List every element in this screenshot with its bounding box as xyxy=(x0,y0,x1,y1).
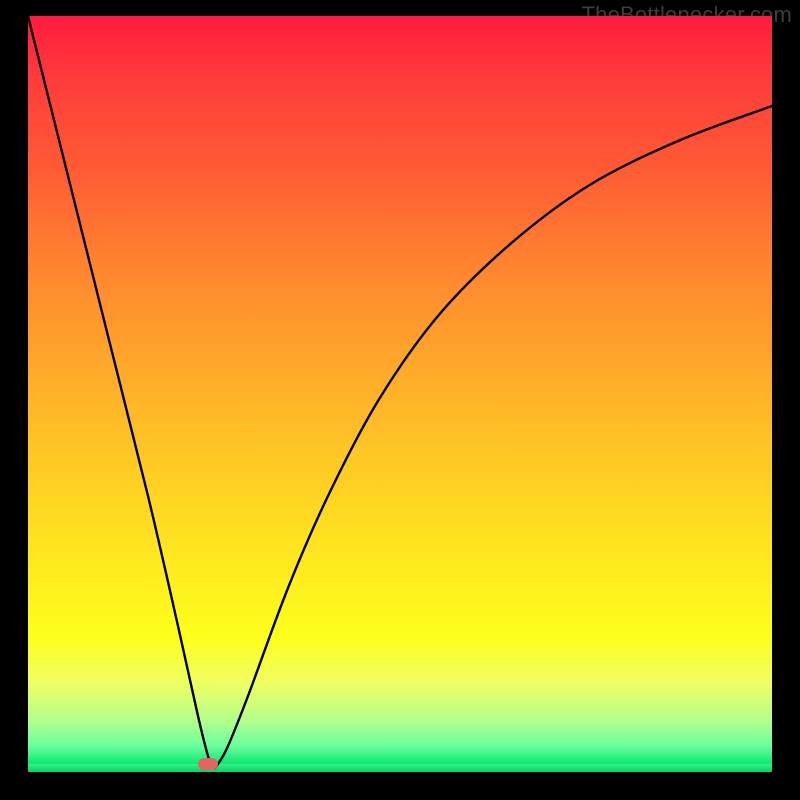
bottleneck-curve xyxy=(28,16,772,772)
chart-frame: TheBottlenecker.com xyxy=(0,0,800,800)
plot-area xyxy=(28,16,772,772)
optimal-marker xyxy=(198,758,218,770)
